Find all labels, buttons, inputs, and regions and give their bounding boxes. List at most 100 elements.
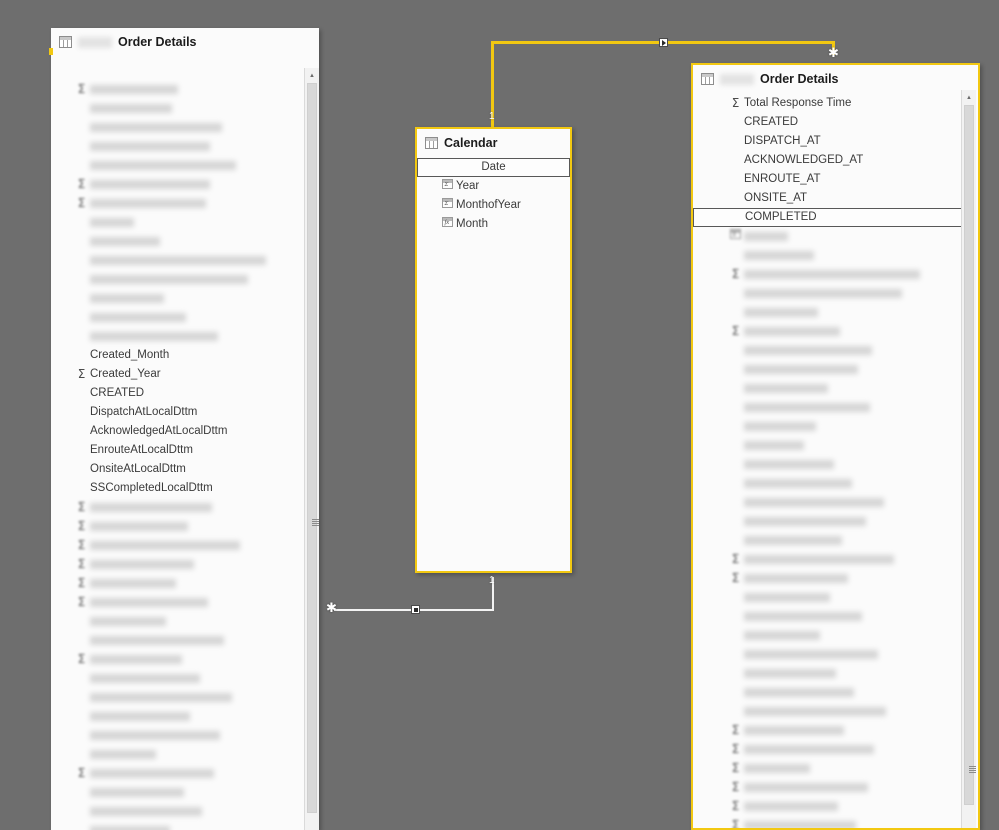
- field-row[interactable]: ACKNOWLEDGED_AT: [693, 151, 978, 170]
- field-row[interactable]: [51, 99, 303, 118]
- field-row[interactable]: Σ: [693, 721, 978, 740]
- field-row[interactable]: Σ: [693, 322, 978, 341]
- field-row[interactable]: [693, 702, 978, 721]
- field-row[interactable]: Σ: [51, 194, 303, 213]
- field-row[interactable]: [51, 289, 303, 308]
- field-row[interactable]: [693, 360, 978, 379]
- field-row[interactable]: Σ: [51, 574, 303, 593]
- field-row[interactable]: [51, 118, 303, 137]
- order-details-table-panel[interactable]: Order Details Σ Total Response Time CREATE…: [691, 63, 980, 830]
- field-row[interactable]: Created_Month: [51, 346, 303, 365]
- field-row[interactable]: fx Month: [417, 215, 570, 234]
- field-row[interactable]: [693, 683, 978, 702]
- scroll-up-arrow[interactable]: ▲: [962, 90, 976, 105]
- field-row[interactable]: [693, 474, 978, 493]
- field-row[interactable]: AcknowledgedAtLocalDttm: [51, 422, 303, 441]
- scroll-grip[interactable]: [312, 519, 319, 526]
- field-row[interactable]: Σ: [51, 498, 303, 517]
- field-row[interactable]: DISPATCH_AT: [693, 132, 978, 151]
- field-row[interactable]: Σ: [51, 593, 303, 612]
- field-row[interactable]: [51, 688, 303, 707]
- field-row[interactable]: Σ: [51, 555, 303, 574]
- field-row[interactable]: Σ: [51, 80, 303, 99]
- field-row[interactable]: [693, 664, 978, 683]
- field-row[interactable]: CREATED: [51, 384, 303, 403]
- field-row[interactable]: [693, 455, 978, 474]
- field-row[interactable]: [51, 631, 303, 650]
- field-row[interactable]: Σ: [693, 778, 978, 797]
- field-row[interactable]: [693, 493, 978, 512]
- field-row[interactable]: OnsiteAtLocalDttm: [51, 460, 303, 479]
- field-row[interactable]: [51, 707, 303, 726]
- field-row[interactable]: [693, 398, 978, 417]
- field-row[interactable]: [51, 802, 303, 821]
- left-field-list[interactable]: Σ Σ Σ Created_Month Σ Created_Year CREATED Disp…: [51, 80, 303, 830]
- field-row[interactable]: [51, 327, 303, 346]
- field-row[interactable]: [693, 341, 978, 360]
- field-row[interactable]: Σ: [51, 175, 303, 194]
- left-table-panel[interactable]: Order Details Σ Σ Σ Created_Month Σ Created_Y…: [49, 28, 319, 830]
- field-row[interactable]: [51, 612, 303, 631]
- field-row[interactable]: [693, 588, 978, 607]
- field-row[interactable]: DispatchAtLocalDttm: [51, 403, 303, 422]
- calendar-table-panel[interactable]: Calendar Date Σ Year Σ MonthofYear fx Month: [415, 127, 572, 573]
- field-row[interactable]: [51, 783, 303, 802]
- field-row[interactable]: [51, 270, 303, 289]
- field-row[interactable]: Σ: [51, 650, 303, 669]
- field-row[interactable]: Σ: [693, 550, 978, 569]
- order-details-scrollbar[interactable]: ▲: [961, 90, 976, 828]
- order-details-field-list[interactable]: Σ Total Response Time CREATED DISPATCH_AT AC…: [693, 94, 978, 828]
- field-row[interactable]: EnrouteAtLocalDttm: [51, 441, 303, 460]
- scroll-track[interactable]: [305, 83, 319, 830]
- field-row[interactable]: Σ: [693, 265, 978, 284]
- field-row[interactable]: SSCompletedLocalDttm: [51, 479, 303, 498]
- field-row[interactable]: Σ: [693, 227, 978, 246]
- field-row[interactable]: Σ Total Response Time: [693, 94, 978, 113]
- scroll-thumb[interactable]: [307, 83, 319, 813]
- scroll-track[interactable]: [962, 105, 976, 828]
- field-row-selected[interactable]: COMPLETED: [693, 208, 964, 227]
- calendar-field-list[interactable]: Date Σ Year Σ MonthofYear fx Month: [417, 158, 570, 234]
- field-row[interactable]: [693, 626, 978, 645]
- field-row[interactable]: Σ MonthofYear: [417, 196, 570, 215]
- left-panel-scrollbar[interactable]: ▲: [304, 68, 319, 830]
- field-row[interactable]: [51, 308, 303, 327]
- field-row[interactable]: [693, 379, 978, 398]
- field-row[interactable]: Σ: [693, 797, 978, 816]
- field-row[interactable]: ONSITE_AT: [693, 189, 978, 208]
- field-row[interactable]: [51, 669, 303, 688]
- field-row[interactable]: [693, 284, 978, 303]
- field-row[interactable]: Σ: [693, 816, 978, 828]
- scroll-up-arrow[interactable]: ▲: [305, 68, 319, 83]
- field-row[interactable]: [693, 303, 978, 322]
- field-row[interactable]: ENROUTE_AT: [693, 170, 978, 189]
- field-row[interactable]: [51, 213, 303, 232]
- field-row[interactable]: Σ Created_Year: [51, 365, 303, 384]
- field-row[interactable]: [51, 251, 303, 270]
- field-row[interactable]: [51, 156, 303, 175]
- field-row[interactable]: [693, 512, 978, 531]
- field-row[interactable]: Σ: [51, 536, 303, 555]
- field-row[interactable]: [693, 417, 978, 436]
- field-row[interactable]: [51, 745, 303, 764]
- rel-direction-arrow-marker[interactable]: [659, 38, 668, 47]
- field-row[interactable]: Σ: [693, 759, 978, 778]
- field-row[interactable]: [51, 137, 303, 156]
- field-row[interactable]: [51, 821, 303, 830]
- field-row[interactable]: [693, 246, 978, 265]
- field-row-selected[interactable]: Date: [417, 158, 570, 177]
- field-row[interactable]: Σ: [51, 517, 303, 536]
- field-row[interactable]: Σ Year: [417, 177, 570, 196]
- scroll-thumb[interactable]: [964, 105, 976, 805]
- field-row[interactable]: Σ: [51, 764, 303, 783]
- field-row[interactable]: Σ: [693, 569, 978, 588]
- field-row[interactable]: CREATED: [693, 113, 978, 132]
- field-row[interactable]: [51, 726, 303, 745]
- rel2-middle-marker[interactable]: [411, 605, 420, 614]
- field-row[interactable]: [693, 531, 978, 550]
- field-row[interactable]: [51, 232, 303, 251]
- field-row[interactable]: [693, 645, 978, 664]
- field-row[interactable]: Σ: [693, 740, 978, 759]
- field-row[interactable]: [693, 607, 978, 626]
- scroll-grip[interactable]: [969, 766, 976, 773]
